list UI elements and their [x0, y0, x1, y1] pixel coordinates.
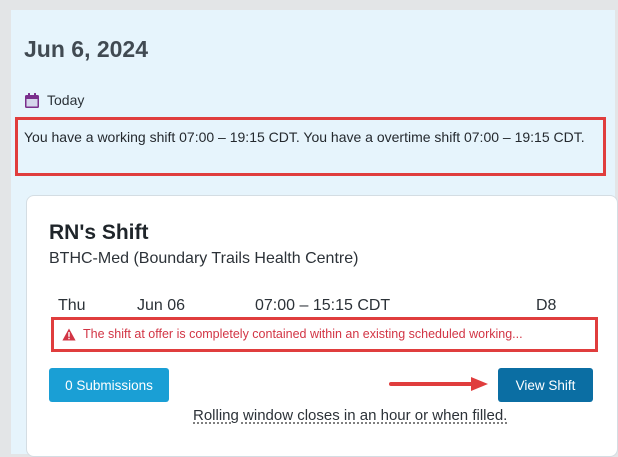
submissions-button[interactable]: 0 Submissions	[49, 368, 169, 402]
shift-warning: The shift at offer is completely contain…	[62, 325, 523, 343]
shift-code: D8	[536, 297, 557, 314]
view-shift-button[interactable]: View Shift	[498, 368, 593, 402]
warning-icon	[62, 328, 76, 340]
shift-time: 07:00 – 15:15 CDT	[255, 297, 391, 314]
rolling-window-text: Rolling window closes in an hour or when…	[193, 407, 508, 424]
arrow-annotation-icon	[389, 377, 488, 391]
calendar-icon	[25, 92, 39, 108]
shift-day: Thu	[58, 297, 86, 314]
today-indicator: Today	[25, 90, 84, 110]
shift-location: BTHC-Med (Boundary Trails Health Centre)	[49, 250, 359, 267]
shift-date: Jun 06	[137, 297, 186, 314]
shift-notice-text: You have a working shift 07:00 – 19:15 C…	[24, 129, 585, 145]
shift-warning-text: The shift at offer is completely contain…	[83, 327, 523, 341]
page-date: Jun 6, 2024	[24, 36, 149, 62]
shift-title: RN's Shift	[49, 221, 149, 244]
today-label: Today	[47, 92, 85, 108]
